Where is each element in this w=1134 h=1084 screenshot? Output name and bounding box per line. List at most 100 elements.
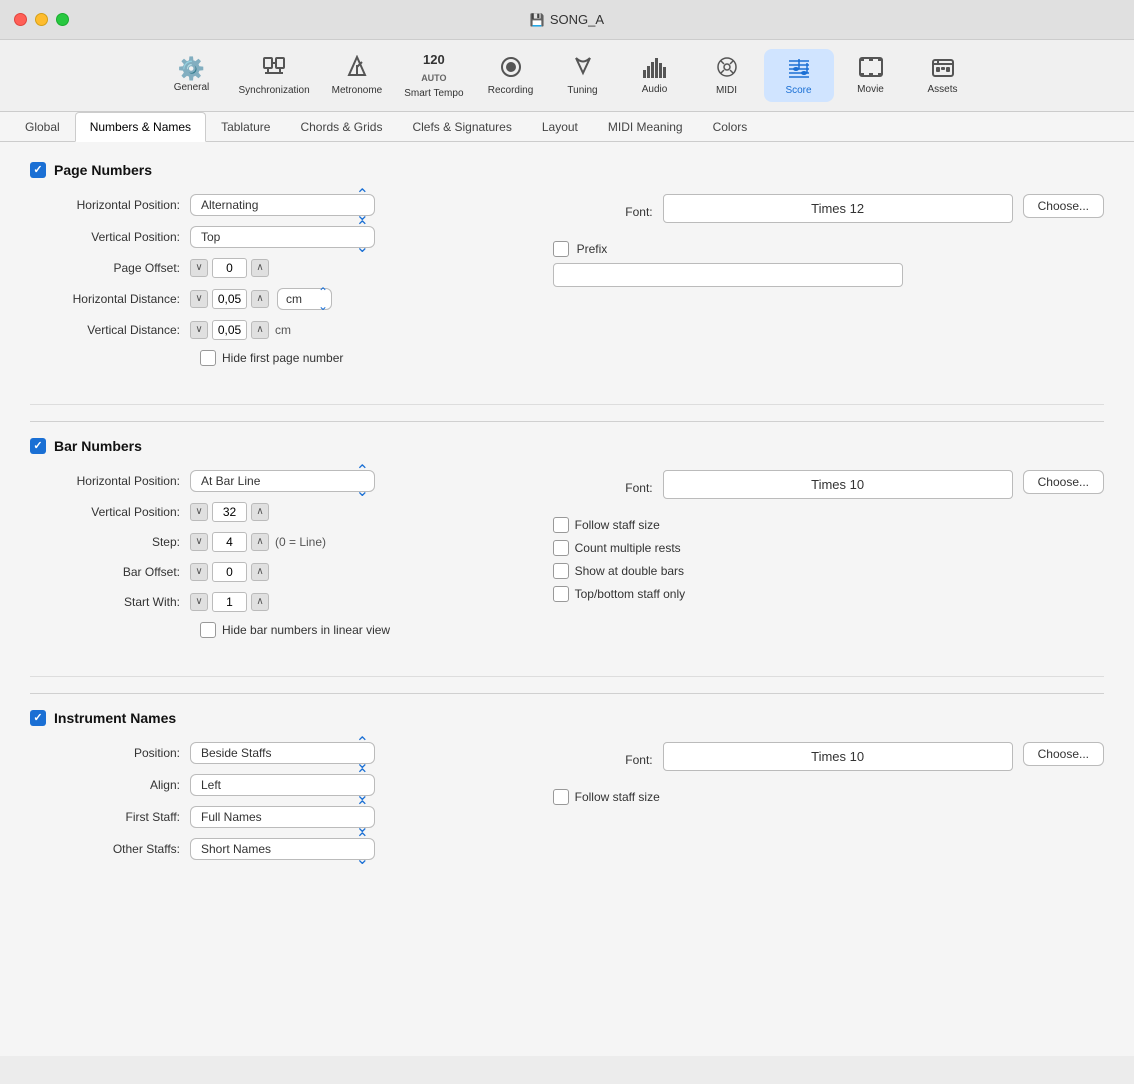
start-with-value: 1	[212, 592, 247, 612]
in-align-wrapper: Left Center Right ⌃⌄	[190, 774, 375, 796]
bn-h-pos-select[interactable]: At Bar Line Left Right	[190, 470, 375, 492]
tab-colors[interactable]: Colors	[698, 112, 763, 141]
toolbar-recording[interactable]: Recording	[476, 49, 546, 102]
toolbar-smart-tempo[interactable]: 120AUTO Smart Tempo	[394, 46, 473, 105]
start-with-stepper: ∨ 1 ∧	[190, 592, 269, 612]
h-pos-label: Horizontal Position:	[30, 198, 190, 212]
separator-2	[30, 693, 1104, 694]
in-follow-staff-checkbox[interactable]	[553, 789, 569, 805]
in-align-label: Align:	[30, 778, 190, 792]
v-dist-label: Vertical Distance:	[30, 323, 190, 337]
instrument-names-section: Instrument Names Position: Beside Staffs…	[30, 710, 1104, 890]
v-pos-row: Vertical Position: Top Bottom ⌃⌄	[30, 226, 503, 248]
in-pos-label: Position:	[30, 746, 190, 760]
v-dist-up[interactable]: ∧	[251, 321, 269, 339]
toolbar-metronome[interactable]: Metronome	[322, 49, 393, 102]
minimize-button[interactable]	[35, 13, 48, 26]
toolbar-tuning[interactable]: Tuning	[548, 49, 618, 102]
hide-bar-checkbox[interactable]	[200, 622, 216, 638]
bar-offset-up[interactable]: ∧	[251, 563, 269, 581]
v-pos-select[interactable]: Top Bottom	[190, 226, 375, 248]
pn-choose-btn[interactable]: Choose...	[1023, 194, 1104, 218]
bar-numbers-checkbox[interactable]	[30, 438, 46, 454]
page-numbers-right: Font: Times 12 Choose... Prefix	[543, 194, 1104, 384]
bn-h-pos-wrapper: At Bar Line Left Right ⌃⌄	[190, 470, 375, 492]
v-dist-down[interactable]: ∨	[190, 321, 208, 339]
show-double-bars-checkbox[interactable]	[553, 563, 569, 579]
bn-h-pos-row: Horizontal Position: At Bar Line Left Ri…	[30, 470, 503, 492]
tab-layout[interactable]: Layout	[527, 112, 593, 141]
page-numbers-header: Page Numbers	[30, 162, 1104, 178]
bar-offset-down[interactable]: ∨	[190, 563, 208, 581]
start-with-down[interactable]: ∨	[190, 593, 208, 611]
in-pos-wrapper: Beside Staffs Above Below ⌃⌄	[190, 742, 375, 764]
top-bottom-checkbox[interactable]	[553, 586, 569, 602]
prefix-checkbox[interactable]	[553, 241, 569, 257]
toolbar-movie[interactable]: Movie	[836, 50, 906, 101]
page-numbers-title: Page Numbers	[54, 162, 152, 178]
toolbar-audio[interactable]: Audio	[620, 50, 690, 101]
separator-1	[30, 421, 1104, 422]
movie-icon	[859, 56, 883, 82]
start-with-up[interactable]: ∧	[251, 593, 269, 611]
h-dist-down[interactable]: ∨	[190, 290, 208, 308]
maximize-button[interactable]	[56, 13, 69, 26]
bn-v-up[interactable]: ∧	[251, 503, 269, 521]
page-offset-up[interactable]: ∧	[251, 259, 269, 277]
first-staff-select[interactable]: Full Names Short Names None	[190, 806, 375, 828]
other-staffs-label: Other Staffs:	[30, 842, 190, 856]
instrument-names-checkbox[interactable]	[30, 710, 46, 726]
bn-font-label: Font:	[543, 481, 663, 495]
hide-first-label: Hide first page number	[222, 351, 343, 365]
in-align-select[interactable]: Left Center Right	[190, 774, 375, 796]
in-pos-row: Position: Beside Staffs Above Below ⌃⌄	[30, 742, 503, 764]
tab-clefs-signatures[interactable]: Clefs & Signatures	[397, 112, 526, 141]
instrument-names-header: Instrument Names	[30, 710, 1104, 726]
close-button[interactable]	[14, 13, 27, 26]
pn-font-display: Times 12	[663, 194, 1013, 223]
bn-font-row: Font: Times 10 Choose...	[543, 470, 1104, 507]
in-font-fields: Times 10	[663, 742, 1013, 779]
tab-midi-meaning[interactable]: MIDI Meaning	[593, 112, 698, 141]
h-dist-unit-wrapper: cm in ⌃⌄	[277, 288, 332, 310]
step-down[interactable]: ∨	[190, 533, 208, 551]
count-rests-checkbox[interactable]	[553, 540, 569, 556]
in-pos-select[interactable]: Beside Staffs Above Below	[190, 742, 375, 764]
score-icon	[786, 55, 812, 83]
page-numbers-checkbox[interactable]	[30, 162, 46, 178]
tab-numbers-names[interactable]: Numbers & Names	[75, 112, 206, 142]
tab-chords-grids[interactable]: Chords & Grids	[285, 112, 397, 141]
other-staffs-select[interactable]: Short Names Full Names None	[190, 838, 375, 860]
first-staff-label: First Staff:	[30, 810, 190, 824]
h-pos-select[interactable]: Alternating Left Right Center	[190, 194, 375, 216]
follow-staff-checkbox[interactable]	[553, 517, 569, 533]
bar-offset-stepper: ∨ 0 ∧	[190, 562, 269, 582]
page-offset-down[interactable]: ∨	[190, 259, 208, 277]
bn-choose-btn[interactable]: Choose...	[1023, 470, 1104, 494]
step-up[interactable]: ∧	[251, 533, 269, 551]
bn-v-pos-label: Vertical Position:	[30, 505, 190, 519]
hide-bar-row: Hide bar numbers in linear view	[200, 622, 503, 646]
hide-first-checkbox-row: Hide first page number	[200, 350, 343, 366]
h-dist-unit-select[interactable]: cm in	[277, 288, 332, 310]
tab-tablature[interactable]: Tablature	[206, 112, 285, 141]
toolbar-general[interactable]: ⚙️ General	[156, 52, 226, 99]
audio-icon	[642, 56, 668, 82]
bn-h-pos-label: Horizontal Position:	[30, 474, 190, 488]
toolbar-midi[interactable]: MIDI	[692, 49, 762, 102]
count-rests-label: Count multiple rests	[575, 541, 681, 555]
toolbar-score[interactable]: Score	[764, 49, 834, 102]
bn-font-area: Times 10 Choose...	[663, 470, 1104, 507]
toolbar-assets[interactable]: Assets	[908, 50, 978, 101]
prefix-input[interactable]	[553, 263, 903, 287]
in-follow-staff-label: Follow staff size	[575, 790, 660, 804]
h-dist-up[interactable]: ∧	[251, 290, 269, 308]
in-choose-btn[interactable]: Choose...	[1023, 742, 1104, 766]
tab-global[interactable]: Global	[10, 112, 75, 141]
hide-first-checkbox[interactable]	[200, 350, 216, 366]
h-pos-select-wrapper: Alternating Left Right Center ⌃⌄	[190, 194, 375, 216]
bn-v-down[interactable]: ∨	[190, 503, 208, 521]
in-font-area: Times 10 Choose...	[663, 742, 1104, 779]
page-offset-stepper: ∨ 0 ∧	[190, 258, 269, 278]
toolbar-synchronization[interactable]: Synchronization	[228, 49, 319, 102]
